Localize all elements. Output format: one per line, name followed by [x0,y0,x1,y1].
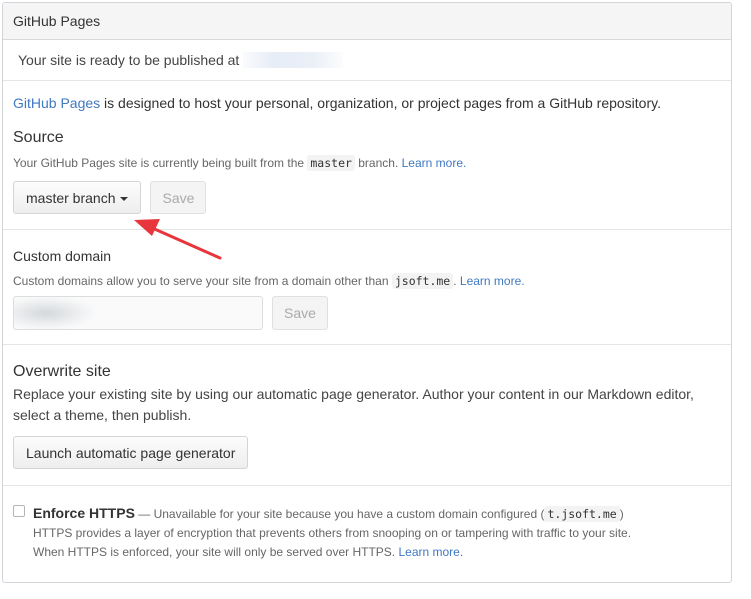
publish-status: Your site is ready to be published at [3,40,731,81]
custom-domain-learn-more-link[interactable]: Learn more. [460,274,525,288]
source-save-button[interactable]: Save [150,181,207,214]
launch-page-generator-button[interactable]: Launch automatic page generator [13,436,249,469]
custom-domain-input[interactable] [13,296,263,330]
custom-domain-description: Custom domains allow you to serve your s… [13,273,525,289]
https-description: HTTPS provides a layer of encryption tha… [33,526,632,540]
custom-domain-save-button[interactable]: Save [272,296,328,330]
source-section: GitHub Pages is designed to host your pe… [3,81,731,230]
source-description: Your GitHub Pages site is currently bein… [13,155,467,171]
https-learn-more-link[interactable]: Learn more. [398,545,463,559]
https-domain-code: t.jsoft.me [544,506,620,522]
overwrite-section: Overwrite site Replace your existing sit… [3,345,731,486]
github-pages-link[interactable]: GitHub Pages [13,95,100,111]
intro-text: GitHub Pages is designed to host your pe… [13,95,661,111]
custom-domain-section: Custom domain Custom domains allow you t… [3,230,731,345]
overwrite-title: Overwrite site [13,363,111,380]
custom-domain-title: Custom domain [13,248,112,264]
github-pages-panel: GitHub Pages Your site is ready to be pu… [2,2,732,583]
caret-down-icon [120,196,129,201]
enforce-https-label: Enforce HTTPS [33,505,135,521]
publish-status-text: Your site is ready to be published at [18,52,240,68]
panel-title: GitHub Pages [13,13,101,29]
https-section: Enforce HTTPS — Unavailable for your sit… [3,486,731,562]
source-title: Source [13,129,64,146]
panel-header: GitHub Pages [3,3,731,40]
branch-select-button[interactable]: master branch [13,181,142,214]
https-enforced-note: When HTTPS is enforced, your site will o… [33,545,464,559]
domain-code: jsoft.me [391,273,454,289]
branch-code: master [307,155,355,171]
enforce-https-checkbox[interactable] [13,505,25,517]
redacted-site-url [243,52,344,68]
overwrite-description: Replace your existing site by using our … [13,386,694,423]
source-learn-more-link[interactable]: Learn more. [402,156,467,170]
